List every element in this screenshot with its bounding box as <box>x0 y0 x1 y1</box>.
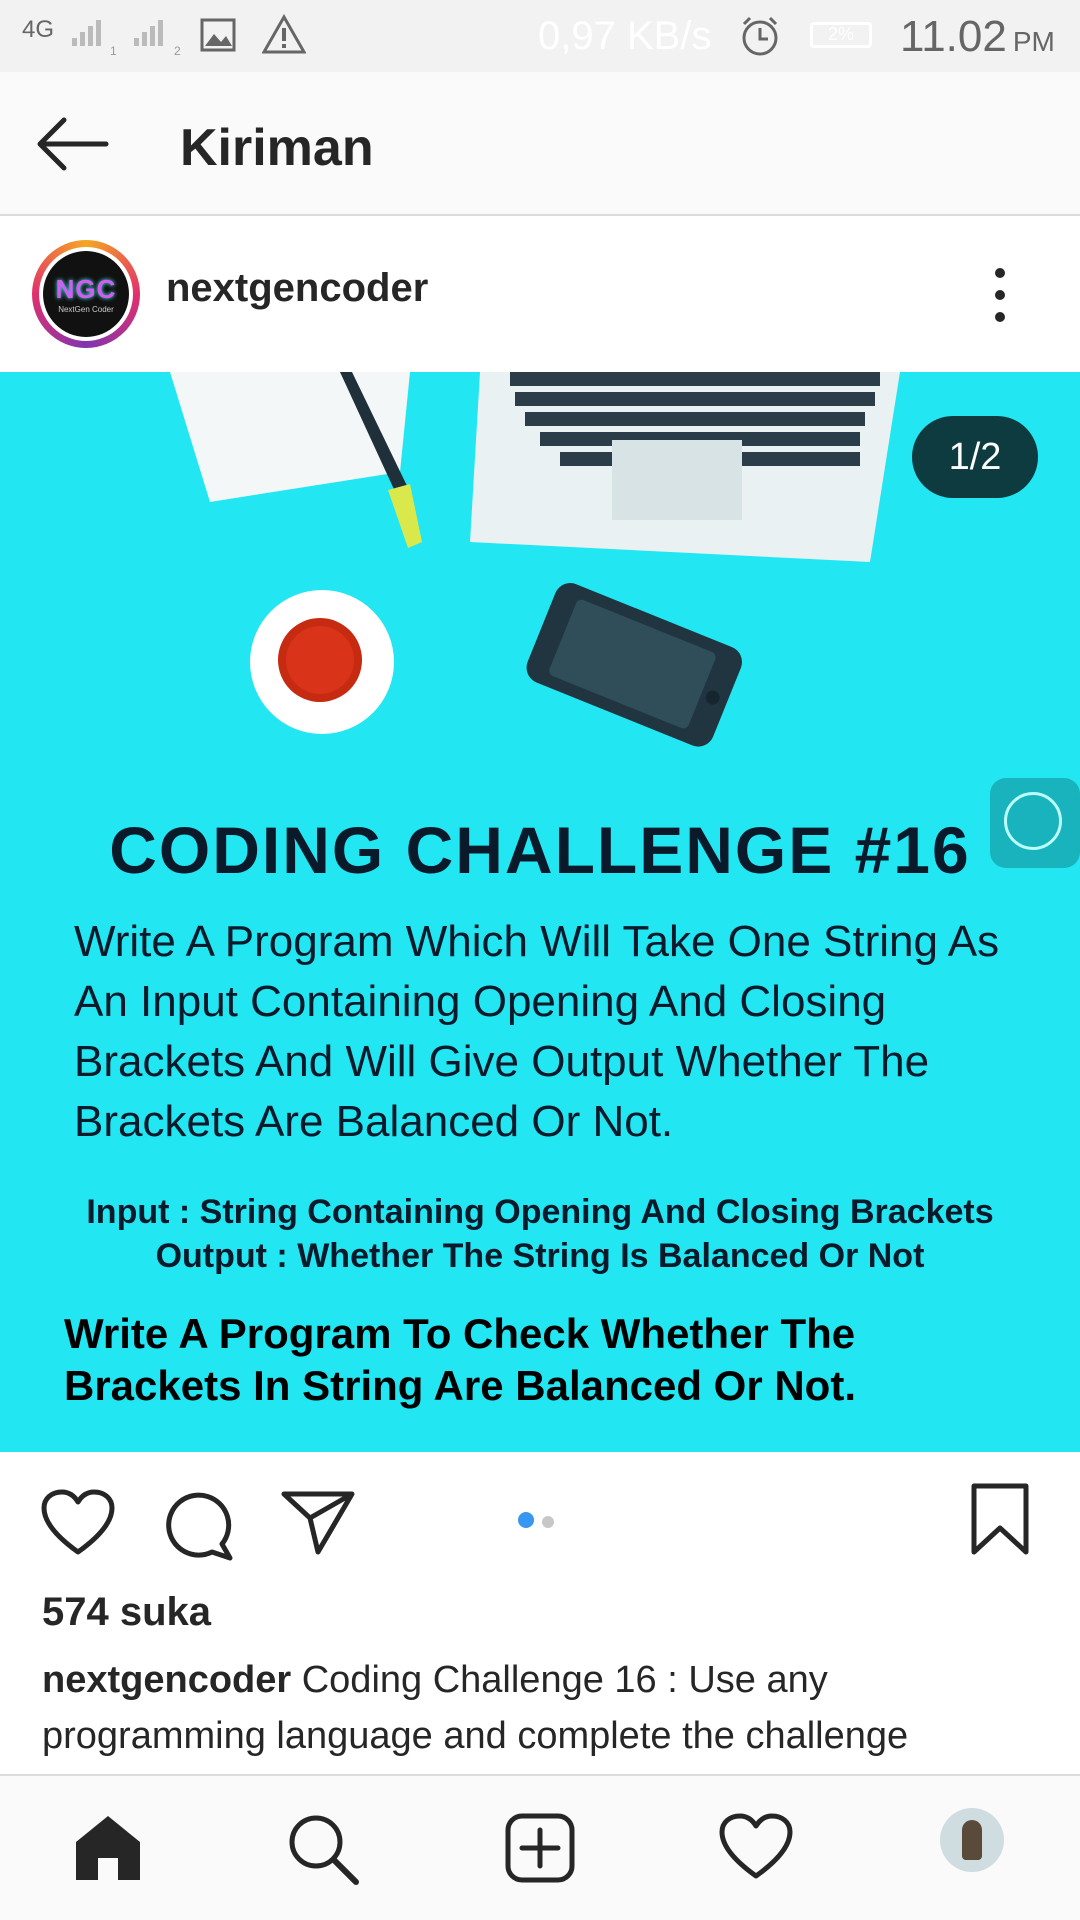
activity-heart-icon[interactable] <box>718 1812 794 1882</box>
like-count[interactable]: 574 suka <box>42 1590 211 1635</box>
more-options-icon[interactable] <box>990 268 1010 328</box>
battery-icon: 2% <box>810 22 872 48</box>
add-post-icon[interactable] <box>504 1812 576 1884</box>
post-image[interactable]: 1/2 CODING CHALLENGE #16 Write A Program… <box>0 372 1080 1452</box>
post-header: NGC NextGen Coder nextgencoder <box>0 216 1080 372</box>
heart-icon[interactable] <box>40 1488 116 1558</box>
alarm-icon <box>742 16 778 56</box>
challenge-task: Write A Program To Check Whether The Bra… <box>64 1310 856 1409</box>
author-username[interactable]: nextgencoder <box>166 266 428 311</box>
status-bar: 4G 1 2 0,97 KB/s 2% 11.02 PM <box>0 0 1080 72</box>
search-icon[interactable] <box>286 1812 360 1886</box>
clock: 11.02 PM <box>900 12 1055 62</box>
post-caption: nextgencoder Coding Challenge 16 : Use a… <box>42 1652 1052 1772</box>
network-speed: 0,97 KB/s <box>538 14 712 58</box>
author-avatar[interactable]: NGC NextGen Coder <box>32 240 140 348</box>
network-type: 4G <box>22 16 55 43</box>
profile-avatar[interactable] <box>940 1808 1004 1872</box>
avatar-logo-text: NGC <box>55 274 117 304</box>
challenge-description: Write A Program Which Will Take One Stri… <box>74 917 1000 1146</box>
warning-icon <box>262 14 306 54</box>
challenge-io: Input : String Containing Opening And Cl… <box>0 1190 1080 1278</box>
back-arrow-icon[interactable] <box>34 114 110 174</box>
input-line: Input : String Containing Opening And Cl… <box>86 1193 994 1231</box>
page-title: Kiriman <box>180 119 374 177</box>
caption-username[interactable]: nextgencoder <box>42 1659 291 1701</box>
image-notification-icon <box>200 18 236 52</box>
output-line: Output : Whether The String Is Balanced … <box>155 1237 925 1275</box>
top-app-bar: Kiriman <box>0 72 1080 216</box>
carousel-dot-active <box>518 1512 534 1528</box>
battery-level: 2% <box>827 24 854 44</box>
bottom-navigation <box>0 1774 1080 1920</box>
sim2-label: 2 <box>174 44 181 58</box>
carousel-counter: 1/2 <box>912 416 1038 498</box>
sim1-label: 1 <box>110 44 117 58</box>
bookmark-icon[interactable] <box>970 1482 1030 1556</box>
avatar-logo-subtext: NextGen Coder <box>58 305 114 314</box>
share-icon[interactable] <box>280 1488 356 1558</box>
clock-ampm: PM <box>1012 26 1055 57</box>
carousel-dot <box>542 1516 554 1528</box>
home-icon[interactable] <box>72 1812 144 1884</box>
clock-time: 11.02 <box>900 12 1007 61</box>
signal-sim1-icon <box>72 20 104 46</box>
carousel-indicator <box>518 1512 562 1533</box>
comment-icon[interactable] <box>162 1488 236 1562</box>
signal-sim2-icon <box>134 20 166 46</box>
post-actions <box>0 1452 1080 1588</box>
challenge-heading: CODING CHALLENGE #16 <box>109 813 971 887</box>
